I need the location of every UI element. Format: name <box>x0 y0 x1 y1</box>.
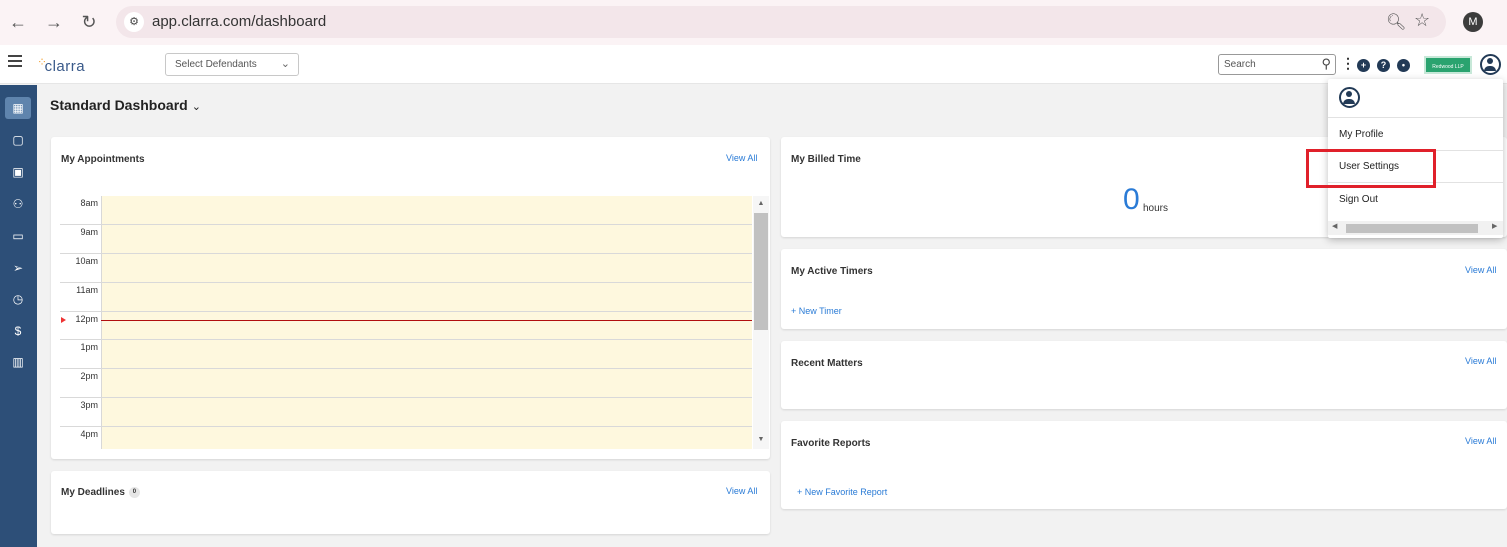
timers-view-all-link[interactable]: View All <box>1465 265 1496 275</box>
current-time-line <box>101 320 752 321</box>
hour-divider <box>60 397 752 398</box>
recent-matters-card: Recent Matters View All <box>781 341 1507 409</box>
card-title: My Billed Time <box>791 154 861 165</box>
hour-divider <box>60 426 752 427</box>
matters-view-all-link[interactable]: View All <box>1465 356 1496 366</box>
hamburger-menu-icon[interactable] <box>8 55 22 67</box>
scroll-thumb[interactable] <box>754 213 768 330</box>
my-profile-menu-item[interactable]: My Profile <box>1339 129 1383 140</box>
deadlines-view-all-link[interactable]: View All <box>726 486 757 496</box>
dashboard-title[interactable]: Standard Dashboard ⌄ <box>50 97 201 113</box>
scroll-right-icon[interactable]: ▶ <box>1492 222 1497 230</box>
hour-label: 1pm <box>80 342 98 352</box>
calendar-scrollbar[interactable]: ▲ ▼ <box>753 196 769 449</box>
active-timers-card: My Active Timers View All + New Timer <box>781 249 1507 329</box>
menu-divider <box>1328 117 1503 118</box>
hour-label: 4pm <box>80 429 98 439</box>
card-title: My Deadlines 0 <box>61 487 140 498</box>
user-settings-highlight <box>1306 149 1436 188</box>
hour-label: 3pm <box>80 400 98 410</box>
calendar-grid[interactable] <box>101 196 752 449</box>
send-icon[interactable]: ➢ <box>5 257 31 279</box>
hour-divider <box>60 339 752 340</box>
scroll-up-icon[interactable]: ▲ <box>753 200 769 207</box>
bookmark-star-icon[interactable]: ☆ <box>1414 10 1430 31</box>
hour-divider <box>60 253 752 254</box>
scroll-thumb[interactable] <box>1346 224 1478 233</box>
contacts-icon[interactable]: ⚇ <box>5 193 31 215</box>
search-icon[interactable]: ⚲ <box>1321 56 1331 72</box>
hour-divider <box>60 311 752 312</box>
kebab-menu-icon[interactable]: ⋮ <box>1341 56 1355 70</box>
current-time-marker-icon <box>61 317 66 323</box>
calendar-icon[interactable]: ▣ <box>5 161 31 183</box>
help-icon[interactable]: ? <box>1377 59 1390 72</box>
sidebar: ▦ ▢ ▣ ⚇ ▭ ➢ ◷ $ ▥ <box>0 85 37 547</box>
card-title: Recent Matters <box>791 358 863 369</box>
hour-divider <box>60 368 752 369</box>
scroll-left-icon[interactable]: ◀ <box>1332 222 1337 230</box>
scroll-down-icon[interactable]: ▼ <box>753 436 769 443</box>
briefcase-icon[interactable]: ▢ <box>5 129 31 151</box>
add-icon[interactable]: + <box>1357 59 1370 72</box>
address-bar[interactable]: ⚙ app.clarra.com/dashboard <box>116 6 1446 38</box>
hour-divider <box>60 282 752 283</box>
back-arrow-icon[interactable]: ← <box>8 12 28 32</box>
user-account-icon[interactable] <box>1480 54 1501 75</box>
card-title: Favorite Reports <box>791 438 871 449</box>
user-avatar-icon <box>1339 87 1360 108</box>
forward-arrow-icon[interactable]: → <box>44 12 64 32</box>
browser-profile-avatar[interactable]: M <box>1463 12 1483 32</box>
logo-mark-icon: ⁘ <box>37 55 48 69</box>
defendant-select[interactable]: Select Defendants ⌄ <box>165 53 299 76</box>
new-timer-link[interactable]: + New Timer <box>791 306 842 316</box>
appointment-calendar[interactable]: 8am 9am 10am 11am 12pm 1pm 2pm 3pm 4pm ▲… <box>60 196 769 449</box>
reports-chart-icon[interactable]: ▥ <box>5 351 31 373</box>
reload-icon[interactable]: ↻ <box>79 12 99 32</box>
site-settings-icon[interactable]: ⚙ <box>124 12 144 32</box>
clock-icon[interactable]: ◷ <box>5 288 31 310</box>
new-favorite-report-link[interactable]: + New Favorite Report <box>797 487 887 497</box>
firm-logo[interactable]: Redwood LLP <box>1424 56 1472 74</box>
sign-out-menu-item[interactable]: Sign Out <box>1339 194 1378 205</box>
hour-label: 10am <box>75 256 98 266</box>
hour-label: 9am <box>80 227 98 237</box>
deadlines-card: My Deadlines 0 View All <box>51 471 770 534</box>
billed-hours-value: 0 <box>1123 183 1140 216</box>
billed-hours-unit: hours <box>1143 203 1169 214</box>
clarra-logo[interactable]: ⁘clarra <box>37 55 85 75</box>
reports-view-all-link[interactable]: View All <box>1465 436 1496 446</box>
card-title: My Active Timers <box>791 266 873 277</box>
hour-divider <box>60 224 752 225</box>
chevron-down-icon: ⌄ <box>191 101 201 113</box>
folder-icon[interactable]: ▭ <box>5 225 31 247</box>
url-text: app.clarra.com/dashboard <box>152 13 327 30</box>
hour-label: 8am <box>80 198 98 208</box>
hour-label: 11am <box>76 285 98 295</box>
menu-horizontal-scrollbar[interactable]: ◀ ▶ <box>1328 221 1503 235</box>
favorite-reports-card: Favorite Reports View All + New Favorite… <box>781 421 1507 509</box>
deadline-count-badge: 0 <box>128 487 140 498</box>
dashboard-icon[interactable]: ▦ <box>5 97 31 119</box>
appointments-view-all-link[interactable]: View All <box>726 153 757 163</box>
browser-toolbar: ← → ↻ ⚙ app.clarra.com/dashboard 🔍︎ ☆ M <box>0 0 1507 45</box>
notification-bell-icon[interactable]: • <box>1397 59 1410 72</box>
chevron-down-icon: ⌄ <box>280 58 290 70</box>
app-header: ⁘clarra Select Defendants ⌄ Search ⚲ ⋮ +… <box>0 45 1507 84</box>
search-input[interactable]: Search ⚲ <box>1218 54 1336 75</box>
billing-dollar-icon[interactable]: $ <box>5 320 31 342</box>
zoom-icon[interactable]: 🔍︎ <box>1386 12 1406 32</box>
hour-label: 2pm <box>80 371 98 381</box>
appointments-card: My Appointments View All 8am 9am 10am 11… <box>51 137 770 459</box>
card-title: My Appointments <box>61 154 145 165</box>
